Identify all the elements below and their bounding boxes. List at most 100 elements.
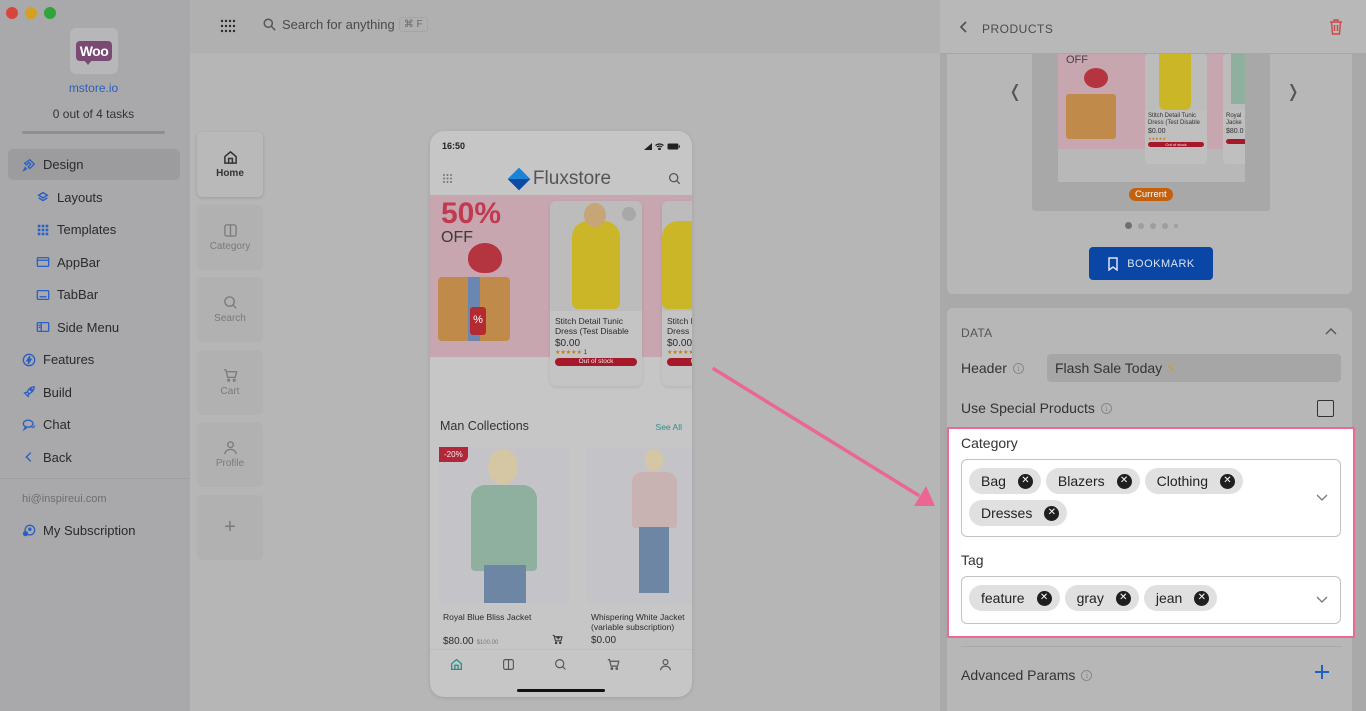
- collection-item-image[interactable]: [587, 447, 692, 603]
- apps-grid-icon[interactable]: [220, 19, 236, 33]
- previous-layout-arrow[interactable]: ❬: [1008, 82, 1022, 102]
- product-image: [662, 201, 692, 311]
- product-card[interactable]: Stitch Detail Tunic Dress (Test Disable …: [662, 201, 692, 386]
- menu-grid-icon[interactable]: [442, 173, 453, 184]
- tab-category[interactable]: Category: [197, 204, 263, 270]
- see-all-link[interactable]: See All: [656, 422, 682, 432]
- add-tab-button[interactable]: +: [197, 494, 263, 560]
- sidebar-item-tabbar[interactable]: TabBar: [8, 279, 180, 310]
- layout-thumbnail: OFF Stitch Detail Tunic Dress (Test Disa…: [1058, 54, 1245, 182]
- tag-select[interactable]: feature ✕ gray ✕ jean ✕: [961, 576, 1341, 624]
- profile-icon[interactable]: [659, 658, 672, 671]
- product-card[interactable]: Stitch Detail Tunic Dress (Test Disable …: [550, 201, 642, 386]
- special-products-label: Use Special Products i: [961, 400, 1112, 416]
- dress-image: [572, 221, 620, 309]
- minimize-window-button[interactable]: [25, 7, 37, 19]
- collection-item-image[interactable]: -20%: [439, 447, 569, 603]
- collection-item-name: Whispering White Jacket (variable subscr…: [591, 612, 685, 632]
- trash-icon[interactable]: [1329, 19, 1343, 35]
- product-image: [550, 201, 642, 311]
- header-label-text: Header: [961, 360, 1007, 376]
- bookmark-button[interactable]: BOOKMARK: [1089, 247, 1213, 280]
- brush-icon: [22, 158, 36, 172]
- global-search[interactable]: Search for anything ⌘ F: [263, 17, 428, 32]
- category-chips: Bag ✕ Blazers ✕ Clothing ✕ Dresses ✕: [962, 460, 1340, 534]
- left-sidebar: Woo mstore.io 0 out of 4 tasks Design La…: [0, 0, 190, 711]
- remove-chip-icon[interactable]: ✕: [1017, 473, 1033, 489]
- side-menu-icon: [36, 320, 50, 334]
- cart-icon[interactable]: [607, 658, 620, 671]
- category-icon[interactable]: [502, 658, 515, 671]
- category-icon: [223, 223, 237, 237]
- chevron-left-icon[interactable]: [958, 20, 970, 34]
- sidebar-item-build[interactable]: Build: [8, 377, 180, 408]
- layout-preview-frame[interactable]: OFF Stitch Detail Tunic Dress (Test Disa…: [1032, 54, 1270, 211]
- close-window-button[interactable]: [6, 7, 18, 19]
- tag-chip: feature ✕: [969, 585, 1060, 611]
- chevron-down-icon[interactable]: [1316, 494, 1328, 502]
- category-chip: Dresses ✕: [969, 500, 1068, 526]
- category-label: Category: [961, 435, 1018, 451]
- remove-chip-icon[interactable]: ✕: [1116, 473, 1132, 489]
- advanced-label-text: Advanced Params: [961, 667, 1076, 683]
- home-icon[interactable]: [450, 658, 463, 671]
- bolt-circle-icon: [22, 353, 36, 367]
- add-advanced-param-icon[interactable]: [1314, 664, 1330, 680]
- sidebar-item-templates[interactable]: Templates: [8, 214, 180, 245]
- page-dot[interactable]: [1162, 222, 1168, 229]
- page-dot[interactable]: [1150, 222, 1156, 229]
- sidebar-item-appbar[interactable]: AppBar: [8, 247, 180, 278]
- tab-label: Profile: [215, 458, 245, 469]
- chip-label: feature: [981, 590, 1025, 606]
- tab-profile[interactable]: Profile: [197, 422, 263, 487]
- page-dot[interactable]: [1125, 222, 1132, 229]
- chevron-down-icon[interactable]: [1316, 596, 1328, 604]
- thumbnail-product-name: Stitch Detail Tunic Dress (Test Disable: [1148, 113, 1201, 126]
- search-icon[interactable]: [668, 172, 681, 185]
- cart-icon: [223, 368, 237, 382]
- chat-icon: [22, 418, 36, 432]
- sidebar-item-label: Chat: [43, 417, 71, 432]
- tab-search[interactable]: Search: [197, 277, 263, 342]
- tab-home[interactable]: Home: [197, 132, 263, 197]
- store-logo[interactable]: Woo: [70, 28, 118, 74]
- sidebar-item-chat[interactable]: Chat: [8, 409, 180, 440]
- top-bar: Search for anything ⌘ F: [190, 0, 940, 53]
- info-icon[interactable]: i: [1100, 402, 1112, 414]
- my-subscription-link[interactable]: My Subscription: [8, 515, 180, 546]
- remove-chip-icon[interactable]: ✕: [1044, 505, 1060, 521]
- info-icon[interactable]: i: [1081, 669, 1093, 681]
- sidebar-item-back[interactable]: Back: [8, 442, 180, 473]
- zoom-window-button[interactable]: [44, 7, 56, 19]
- section-divider: [961, 646, 1342, 647]
- home-indicator: [517, 689, 605, 692]
- sidebar-item-layouts[interactable]: Layouts: [8, 182, 180, 213]
- page-dot[interactable]: [1174, 223, 1178, 228]
- collection-item-name: Royal Blue Bliss Jacket: [443, 612, 532, 622]
- remove-chip-icon[interactable]: ✕: [1036, 590, 1052, 606]
- category-select[interactable]: Bag ✕ Blazers ✕ Clothing ✕ Dresses ✕: [961, 459, 1341, 537]
- search-icon[interactable]: [554, 658, 567, 671]
- collection-title: Man Collections: [440, 419, 529, 433]
- favorite-heart-icon[interactable]: [622, 207, 636, 221]
- site-name-link[interactable]: mstore.io: [0, 81, 187, 95]
- page-dot[interactable]: [1138, 222, 1144, 229]
- sidebar-item-side-menu[interactable]: Side Menu: [8, 312, 180, 343]
- user-group-icon: [22, 524, 36, 538]
- add-to-cart-icon[interactable]: [552, 634, 563, 645]
- next-layout-arrow[interactable]: ❭: [1286, 82, 1300, 102]
- remove-chip-icon[interactable]: ✕: [1115, 590, 1131, 606]
- sidebar-item-design[interactable]: Design: [8, 149, 180, 180]
- sidebar-item-features[interactable]: Features: [8, 344, 180, 375]
- remove-chip-icon[interactable]: ✕: [1219, 473, 1235, 489]
- remove-chip-icon[interactable]: ✕: [1194, 590, 1210, 606]
- search-shortcut-badge: ⌘ F: [398, 17, 428, 32]
- chevron-up-icon[interactable]: [1325, 327, 1337, 335]
- thumbnail-product-card: Stitch Detail Tunic Dress (Test Disable …: [1145, 54, 1207, 164]
- tag-chip: jean ✕: [1143, 585, 1218, 611]
- info-icon[interactable]: i: [1012, 362, 1024, 374]
- tab-cart[interactable]: Cart: [197, 349, 263, 415]
- use-special-products-checkbox[interactable]: [1317, 400, 1334, 417]
- phone-preview[interactable]: 16:50 Fluxstore 50% OFF % Stitch Detail …: [430, 131, 692, 697]
- header-input[interactable]: Flash Sale Today ⚡: [1047, 354, 1341, 382]
